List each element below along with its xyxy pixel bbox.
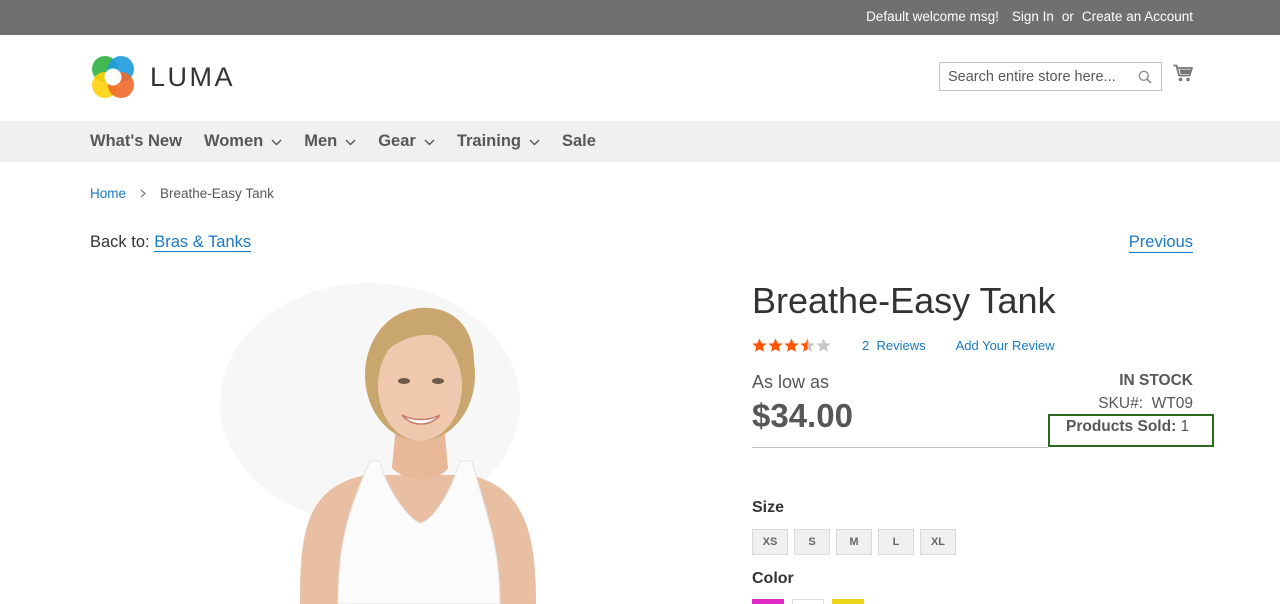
chevron-down-icon (271, 132, 282, 151)
rating-stars-icon (752, 338, 831, 352)
products-sold: Products Sold: 1 (1066, 418, 1189, 436)
product-rating: 2 Reviews Add Your Review (752, 338, 1055, 353)
back-to-category-link[interactable]: Bras & Tanks (154, 233, 252, 252)
nav-label: Sale (562, 132, 596, 150)
create-account-link[interactable]: Create an Account (1082, 9, 1193, 24)
color-swatch-pink[interactable] (752, 599, 784, 604)
sku-label: SKU#: (1098, 395, 1144, 412)
sign-in-link[interactable]: Sign In (1012, 9, 1054, 24)
logo-text: LUMA (150, 61, 236, 92)
nav-label: Gear (378, 132, 416, 150)
nav-label: Women (203, 132, 264, 150)
nav-item-whats-new[interactable]: What's New (90, 132, 182, 151)
nav-item-gear[interactable]: Gear (378, 132, 435, 151)
reviews-link[interactable]: 2 Reviews (862, 338, 926, 353)
back-to: Back to: Bras & Tanks (90, 233, 252, 252)
top-bar: Default welcome msg! Sign In or Create a… (0, 0, 1280, 35)
nav-item-women[interactable]: Women (204, 132, 282, 151)
stock-status: IN STOCK (1119, 372, 1193, 389)
as-low-as-label: As low as (752, 372, 830, 392)
or-separator: or (1061, 9, 1074, 24)
products-sold-value: 1 (1180, 418, 1190, 435)
product-sku: SKU#: WT09 (1098, 395, 1193, 413)
cart-icon[interactable] (1173, 64, 1193, 88)
chevron-down-icon (345, 132, 356, 151)
size-swatch-s[interactable]: S (794, 529, 830, 555)
size-swatch-xl[interactable]: XL (920, 529, 956, 555)
sku-value: WT09 (1151, 395, 1193, 412)
search-box (939, 62, 1162, 91)
nav-item-men[interactable]: Men (304, 132, 356, 151)
welcome-message: Default welcome msg! (866, 9, 999, 24)
main-navigation: What's New Women Men Gear Training Sale (0, 121, 1280, 162)
color-label: Color (752, 570, 794, 587)
nav-label: Training (456, 132, 521, 150)
size-label: Size (752, 499, 785, 516)
nav-label: What's New (90, 132, 182, 150)
nav-menu: What's New Women Men Gear Training Sale (90, 132, 618, 151)
size-swatch-xs[interactable]: XS (752, 529, 788, 555)
store-logo[interactable]: LUMA (90, 54, 235, 100)
divider (752, 447, 1048, 448)
chevron-right-icon (140, 186, 146, 201)
reviews-count: 2 (862, 338, 870, 353)
chevron-down-icon (424, 132, 435, 151)
search-input[interactable] (940, 63, 1130, 90)
product-price: $34.00 (752, 397, 853, 434)
product-image[interactable] (180, 283, 560, 604)
nav-item-sale[interactable]: Sale (562, 132, 596, 151)
reviews-label: Reviews (876, 338, 926, 353)
color-swatch-yellow[interactable] (832, 599, 864, 604)
chevron-down-icon (529, 132, 540, 151)
color-swatches (752, 599, 872, 604)
color-swatch-white[interactable] (792, 599, 824, 604)
luma-logo-icon (92, 56, 134, 98)
size-swatch-m[interactable]: M (836, 529, 872, 555)
breadcrumb-home-link[interactable]: Home (90, 186, 126, 201)
back-to-label: Back to: (90, 233, 150, 251)
nav-label: Men (304, 132, 338, 150)
add-review-link[interactable]: Add Your Review (956, 338, 1055, 353)
header-links: Default welcome msg! Sign In or Create a… (866, 9, 1193, 24)
product-title: Breathe-Easy Tank (752, 280, 1056, 321)
breadcrumb: Home Breathe-Easy Tank (90, 186, 274, 201)
breadcrumb-current: Breathe-Easy Tank (160, 186, 274, 201)
search-icon[interactable] (1138, 70, 1152, 89)
nav-item-training[interactable]: Training (457, 132, 540, 151)
previous-product-link[interactable]: Previous (1128, 233, 1193, 253)
size-swatches: XS S M L XL (752, 529, 962, 555)
size-swatch-l[interactable]: L (878, 529, 914, 555)
products-sold-label: Products Sold: (1066, 418, 1177, 435)
